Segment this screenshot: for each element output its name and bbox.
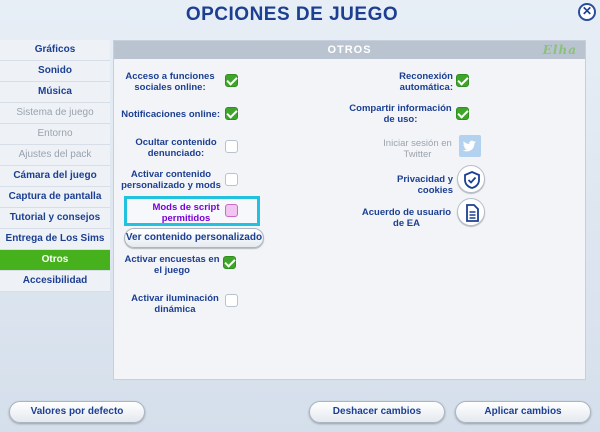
custom-content-label: Activar contenido personalizado y mods (121, 169, 221, 191)
sidebar-item-camara[interactable]: Cámara del juego (0, 166, 110, 187)
dynamic-lighting-checkbox[interactable] (225, 294, 238, 307)
sidebar-item-sistema-de-juego: Sistema de juego (0, 103, 110, 124)
panel-header: Otros Elha (114, 41, 585, 59)
surveys-label: Activar encuestas en el juego (124, 254, 220, 276)
sidebar-item-graficos[interactable]: Gráficos (0, 40, 110, 61)
close-icon[interactable]: ✕ (578, 3, 596, 21)
privacy-label: Privacidad y cookies (397, 174, 453, 196)
share-usage-checkbox[interactable] (456, 107, 469, 120)
hide-reported-checkbox[interactable] (225, 140, 238, 153)
apply-changes-button[interactable]: Aplicar cambios (455, 401, 591, 423)
notifications-checkbox[interactable] (225, 107, 238, 120)
sidebar-item-otros[interactable]: Otros (0, 250, 110, 271)
shield-check-icon[interactable] (457, 165, 485, 193)
twitter-login-label: Iniciar sesión en Twitter (383, 138, 452, 160)
script-mods-checkbox[interactable] (225, 204, 238, 217)
surveys-checkbox[interactable] (223, 256, 236, 269)
dynamic-lighting-label: Activar iluminación dinámica (131, 293, 219, 315)
social-features-label: Acceso a funciones sociales online: (125, 71, 215, 93)
custom-content-checkbox[interactable] (225, 173, 238, 186)
notifications-label: Notificaciones online: (121, 109, 220, 120)
defaults-button[interactable]: Valores por defecto (9, 401, 145, 423)
social-features-checkbox[interactable] (225, 74, 238, 87)
sidebar-item-sonido[interactable]: Sonido (0, 61, 110, 82)
document-icon[interactable] (457, 198, 485, 226)
view-custom-content-button[interactable]: Ver contenido personalizado (124, 228, 264, 248)
auto-reconnect-label: Reconexión automática: (399, 71, 453, 93)
sidebar-item-accesibilidad[interactable]: Accesibilidad (0, 271, 110, 292)
auto-reconnect-checkbox[interactable] (456, 74, 469, 87)
sidebar: Gráficos Sonido Música Sistema de juego … (0, 40, 110, 292)
sidebar-item-entrega[interactable]: Entrega de Los Sims (0, 229, 110, 250)
window-title: Opciones de juego (185, 4, 399, 25)
sidebar-item-ajustes-del-pack: Ajustes del pack (0, 145, 110, 166)
creator-logo: Elha (542, 43, 577, 57)
sidebar-item-entorno: Entorno (0, 124, 110, 145)
share-usage-label: Compartir información de uso: (349, 103, 452, 125)
sidebar-item-captura[interactable]: Captura de pantalla (0, 187, 110, 208)
undo-changes-button[interactable]: Deshacer cambios (309, 401, 445, 423)
sidebar-item-tutorial[interactable]: Tutorial y consejos (0, 208, 110, 229)
sidebar-item-musica[interactable]: Música (0, 82, 110, 103)
panel-title: Otros (327, 44, 372, 56)
twitter-icon (459, 135, 481, 157)
user-agreement-label: Acuerdo de usuario de EA (361, 207, 452, 229)
hide-reported-label: Ocultar contenido denunciado: (135, 137, 217, 159)
script-mods-label: Mods de script permitidos (152, 202, 220, 224)
